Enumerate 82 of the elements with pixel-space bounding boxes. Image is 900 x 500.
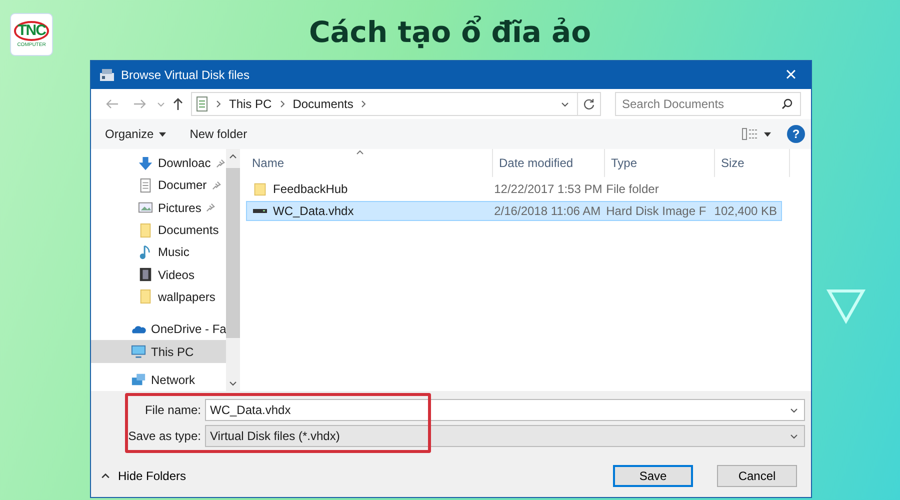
- scroll-up-icon[interactable]: [229, 154, 238, 159]
- field-label: Save as type:: [127, 429, 201, 443]
- sidebar-item[interactable]: Documer: [91, 174, 226, 197]
- up-icon[interactable]: [173, 97, 183, 111]
- scrollbar[interactable]: [226, 149, 240, 391]
- sidebar-item[interactable]: Pictures: [91, 196, 226, 219]
- cancel-button[interactable]: Cancel: [717, 465, 797, 487]
- close-button[interactable]: ×: [771, 61, 811, 89]
- sidebar-label: wallpapers: [158, 290, 216, 304]
- caret-icon: [790, 434, 798, 438]
- search-field[interactable]: Search Documents: [615, 92, 801, 116]
- file-name-field[interactable]: WC_Data.vhdx: [205, 399, 805, 421]
- view-options-icon[interactable]: [742, 128, 758, 140]
- download-icon: [138, 156, 153, 171]
- field-label: File name:: [144, 403, 201, 417]
- table-cell-text: File folder: [605, 182, 660, 196]
- file-row[interactable]: WC_Data.vhdx 2/16/2018 11:06 AM Hard Disk Image F 102,400 KB: [246, 201, 782, 221]
- drive-icon: [99, 68, 115, 82]
- window-title: Browse Virtual Disk files: [121, 68, 250, 82]
- sidebar-label: OneDrive - Fa: [151, 322, 226, 336]
- sidebar-item[interactable]: Network: [91, 368, 226, 391]
- file-name: FeedbackHub: [273, 182, 348, 196]
- chevron-icon: [361, 100, 366, 108]
- search-icon: [781, 98, 793, 110]
- help-button[interactable]: ?: [787, 125, 805, 143]
- sidebar-label: Network: [151, 372, 196, 387]
- column-header[interactable]: Name: [246, 149, 493, 177]
- film-icon: [138, 267, 153, 282]
- folder-icon: [138, 289, 153, 304]
- column-header[interactable]: Type: [605, 149, 715, 177]
- breadcrumb[interactable]: This PC: [229, 97, 272, 111]
- picture-icon: [138, 200, 153, 216]
- sidebar-item[interactable]: Documents: [91, 218, 226, 242]
- caret-icon: [790, 408, 798, 412]
- file-row[interactable]: FeedbackHub 12/22/2017 1:53 PM File folder: [246, 179, 782, 199]
- file-name: WC_Data.vhdx: [273, 204, 354, 218]
- sidebar-label: Pictures: [158, 200, 202, 215]
- document-icon: [196, 96, 208, 112]
- table-cell-text: Hard Disk Image F: [605, 204, 708, 218]
- refresh-icon[interactable]: [583, 98, 595, 110]
- caret-icon: [101, 473, 110, 479]
- sidebar-item[interactable]: Videos: [91, 263, 226, 286]
- chevron-icon: [216, 100, 221, 108]
- caret-icon[interactable]: [764, 132, 771, 136]
- sidebar-label: Downloac: [158, 156, 211, 170]
- sidebar-label: Documents: [158, 223, 219, 238]
- sidebar-label: This PC: [151, 344, 194, 359]
- scroll-thumb[interactable]: [226, 168, 240, 338]
- sidebar-item[interactable]: Downloac: [91, 152, 226, 174]
- sidebar-item[interactable]: Music: [91, 241, 226, 264]
- document-icon: [138, 178, 153, 193]
- sidebar-label: Music: [158, 245, 190, 260]
- sidebar-item[interactable]: OneDrive - Fa: [91, 318, 226, 340]
- column-header[interactable]: Date modified: [493, 149, 605, 177]
- table-cell-text: 2/16/2018 11:06 AM: [493, 204, 600, 218]
- sort-caret-icon: [356, 150, 364, 155]
- sidebar-label: Documer: [158, 178, 207, 192]
- file-type-dropdown[interactable]: Virtual Disk files (*.vhdx): [205, 425, 805, 447]
- save-button[interactable]: Save: [613, 465, 693, 487]
- address-bar[interactable]: This PC Documents: [191, 92, 601, 116]
- network-icon: [131, 372, 146, 388]
- breadcrumb[interactable]: Documents: [292, 97, 354, 111]
- caret-icon[interactable]: [561, 102, 569, 106]
- scroll-down-icon[interactable]: [229, 381, 238, 386]
- triangle-decoration: [826, 288, 866, 324]
- hide-folders-button[interactable]: Hide Folders: [101, 469, 186, 483]
- sidebar-item[interactable]: wallpapers: [91, 286, 226, 308]
- organize-button[interactable]: Organize: [101, 125, 170, 143]
- chevron-icon: [280, 100, 285, 108]
- new-folder-button[interactable]: New folder: [186, 125, 252, 143]
- sidebar-label: Videos: [158, 268, 194, 282]
- monitor-icon: [131, 344, 146, 360]
- headline: Cách tạo ổ đĩa ảo: [308, 14, 592, 49]
- folder-icon: [138, 222, 153, 238]
- table-cell-text: 12/22/2017 1:53 PM: [493, 182, 600, 196]
- table-cell: 102,400 KB: [714, 204, 778, 218]
- folder-icon: [253, 182, 267, 196]
- sidebar-item[interactable]: This PC: [91, 340, 226, 363]
- music-note-icon: [138, 244, 153, 260]
- disk-drive-icon: [253, 209, 267, 213]
- column-header[interactable]: Size: [715, 149, 790, 177]
- caret-icon: [158, 132, 166, 136]
